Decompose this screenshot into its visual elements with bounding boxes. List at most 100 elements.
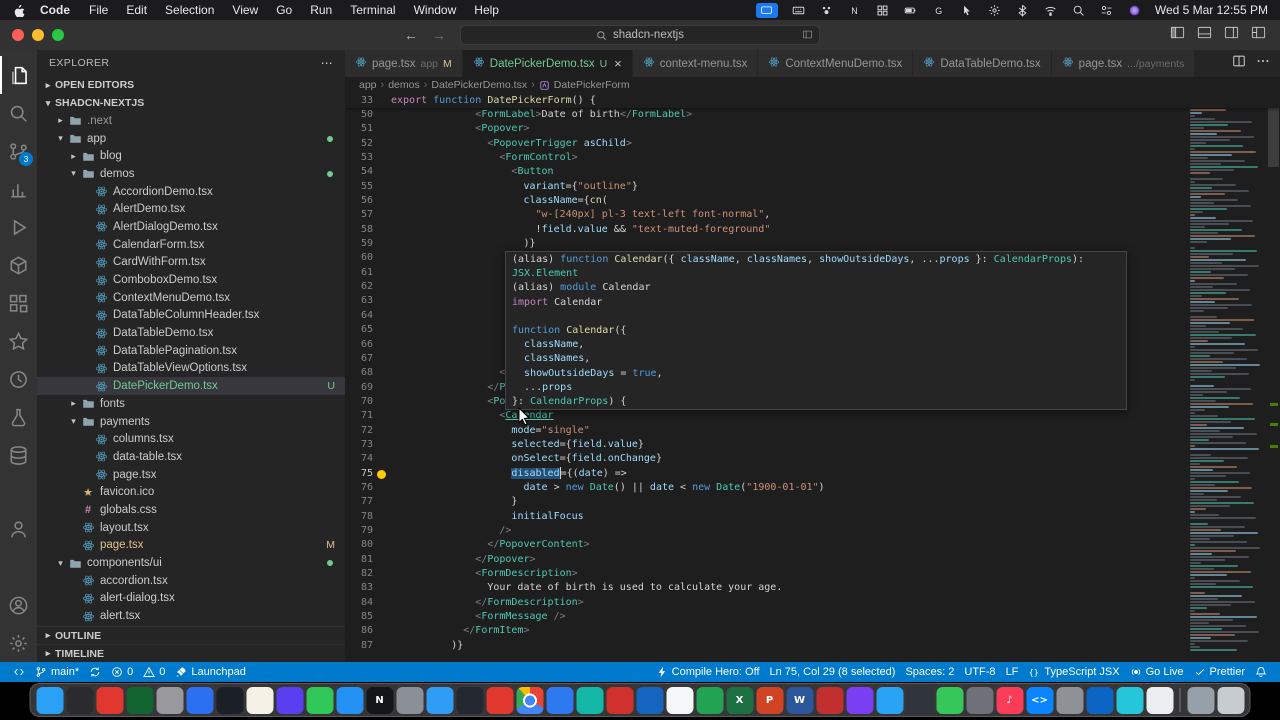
dock-app-36[interactable] — [1086, 687, 1113, 714]
menubar-bluetooth-icon[interactable] — [1015, 4, 1030, 17]
menubar-item-terminal[interactable]: Terminal — [341, 3, 404, 17]
tab-datepickerdemo-tsx[interactable]: DatePickerDemo.tsxU× — [463, 50, 633, 77]
open-editors-section[interactable]: ▸OPEN EDITORS — [37, 76, 345, 94]
menubar-screen-mirroring-icon[interactable] — [756, 3, 778, 18]
menubar-item-file[interactable]: File — [80, 3, 117, 17]
statusbar-remote-indicator[interactable] — [8, 662, 30, 682]
activitybar-flask[interactable] — [0, 398, 37, 436]
timeline-section[interactable]: ▸TIMELINE — [37, 644, 345, 662]
tree-item-alertdemo-tsx[interactable]: AlertDemo.tsx — [37, 200, 345, 218]
activitybar-star[interactable] — [0, 322, 37, 360]
dock-app-19[interactable] — [576, 687, 603, 714]
tree-item-globals-css[interactable]: #globals.css — [37, 501, 345, 519]
tree-item-blog[interactable]: ▸blog — [37, 147, 345, 165]
tree-item-cardwithform-tsx[interactable]: CardWithForm.tsx — [37, 254, 345, 272]
dock-downloads[interactable] — [1187, 687, 1214, 714]
tree-item-calendarform-tsx[interactable]: CalendarForm.tsx — [37, 236, 345, 254]
menubar-item-help[interactable]: Help — [465, 3, 508, 17]
activitybar-run-debug[interactable] — [0, 208, 37, 246]
menubar-item-edit[interactable]: Edit — [117, 3, 156, 17]
tree-item-comboboxdemo-tsx[interactable]: ComboboxDemo.tsx — [37, 271, 345, 289]
tab-close-icon[interactable]: × — [614, 56, 622, 71]
tree-item-accordiondemo-tsx[interactable]: AccordionDemo.tsx — [37, 183, 345, 201]
dock-app-32[interactable] — [966, 687, 993, 714]
dock-app-29[interactable] — [876, 687, 903, 714]
dock-app-38[interactable] — [1146, 687, 1173, 714]
tree-item-demos[interactable]: ▾demos — [37, 165, 345, 183]
tree-item-datatablepagination-tsx[interactable]: DataTablePagination.tsx — [37, 342, 345, 360]
dock-music[interactable]: ♪ — [996, 687, 1023, 714]
minimize-window-button[interactable] — [32, 29, 44, 41]
tree-item-columns-tsx[interactable]: columns.tsx — [37, 430, 345, 448]
outline-section[interactable]: ▸OUTLINE — [37, 626, 345, 644]
tree-item-alert-dialog-tsx[interactable]: alert-dialog.tsx — [37, 590, 345, 608]
dock-finder[interactable] — [36, 687, 63, 714]
statusbar-go-live[interactable]: Go Live — [1125, 662, 1189, 682]
dock-maps[interactable] — [426, 687, 453, 714]
dock-app-2[interactable] — [66, 687, 93, 714]
dock-app-4[interactable] — [126, 687, 153, 714]
dock-app-30[interactable] — [906, 687, 933, 714]
statusbar-cursor-position[interactable]: Ln 75, Col 29 (8 selected) — [765, 662, 901, 682]
customize-layout-icon[interactable] — [1251, 25, 1266, 45]
minimap[interactable] — [1184, 93, 1266, 662]
menubar-siri-icon[interactable] — [1127, 4, 1142, 17]
menubar-control-center-icon[interactable] — [1099, 4, 1114, 17]
explorer-more-actions-icon[interactable]: ⋯ — [321, 56, 333, 70]
menubar-battery-icon[interactable] — [903, 4, 918, 17]
tree-item-components-ui[interactable]: ▾components/ui — [37, 554, 345, 572]
menubar-app-name[interactable]: Code — [30, 3, 80, 17]
menubar-item-window[interactable]: Window — [405, 3, 466, 17]
zoom-window-button[interactable] — [52, 29, 64, 41]
statusbar-notifications[interactable] — [1250, 662, 1272, 682]
statusbar-eol[interactable]: LF — [1001, 662, 1024, 682]
dock-app-27[interactable] — [816, 687, 843, 714]
split-editor-icon[interactable] — [1232, 54, 1246, 73]
statusbar-compile-hero[interactable]: Compile Hero: Off — [651, 662, 765, 682]
dock-app-23[interactable] — [696, 687, 723, 714]
activitybar-source-control[interactable]: 3 — [0, 132, 37, 170]
dock-app-18[interactable] — [546, 687, 573, 714]
tab-page-tsx[interactable]: page.tsx.../payments — [1052, 50, 1196, 77]
tree-item-contextmenudemo-tsx[interactable]: ContextMenuDemo.tsx — [37, 289, 345, 307]
menubar-grid-icon[interactable] — [875, 4, 890, 17]
statusbar-encoding[interactable]: UTF-8 — [959, 662, 1000, 682]
menubar-notion-icon[interactable]: N — [847, 4, 862, 17]
command-center-search[interactable]: shadcn-nextjs — [460, 25, 820, 45]
statusbar-warnings[interactable]: 0 — [138, 662, 170, 682]
dock-app-9[interactable] — [276, 687, 303, 714]
tree-item-accordion-tsx[interactable]: accordion.tsx — [37, 572, 345, 590]
statusbar-indentation[interactable]: Spaces: 2 — [900, 662, 959, 682]
menubar-item-selection[interactable]: Selection — [156, 3, 223, 17]
activitybar-history[interactable] — [0, 360, 37, 398]
activitybar-database[interactable] — [0, 436, 37, 474]
tab-contextmenudemo-tsx[interactable]: ContextMenuDemo.tsx — [758, 50, 913, 77]
toggle-panel-bottom-icon[interactable] — [1197, 25, 1212, 45]
tree-item-page-tsx[interactable]: page.tsxM — [37, 537, 345, 555]
dock-app-13[interactable] — [396, 687, 423, 714]
dock-system-settings[interactable] — [156, 687, 183, 714]
menubar-gdrive-icon[interactable]: G — [931, 4, 946, 17]
tree-item-alert-tsx[interactable]: alert.tsx — [37, 607, 345, 625]
tree-item-datatablecolumnheader-tsx[interactable]: DataTableColumnHeader.tsx — [37, 307, 345, 325]
tree-item-favicon-ico[interactable]: ★favicon.ico — [37, 483, 345, 501]
dock-powerpoint[interactable]: P — [756, 687, 783, 714]
tab-datatabledemo-tsx[interactable]: DataTableDemo.tsx — [913, 50, 1051, 77]
tree-item-fonts[interactable]: ▸fonts — [37, 395, 345, 413]
statusbar-git-branch[interactable]: main* — [30, 662, 84, 682]
dock-app-3[interactable] — [96, 687, 123, 714]
activitybar-box[interactable] — [0, 246, 37, 284]
more-actions-icon[interactable] — [1256, 54, 1270, 73]
apple-logo-icon[interactable] — [12, 3, 26, 17]
close-window-button[interactable] — [12, 29, 24, 41]
tree-item-app[interactable]: ▾app — [37, 130, 345, 148]
tree-item-layout-tsx[interactable]: layout.tsx — [37, 519, 345, 537]
dock-app-35[interactable] — [1056, 687, 1083, 714]
menubar-keyboard-icon[interactable] — [791, 4, 806, 17]
breadcrumb-item-0[interactable]: app — [359, 79, 377, 91]
dock-trash[interactable] — [1217, 687, 1244, 714]
dock-app-31[interactable] — [936, 687, 963, 714]
activitybar-settings[interactable] — [0, 624, 37, 662]
command-center-layout-icon[interactable] — [802, 29, 813, 43]
tree-item-data-table-tsx[interactable]: data-table.tsx — [37, 448, 345, 466]
